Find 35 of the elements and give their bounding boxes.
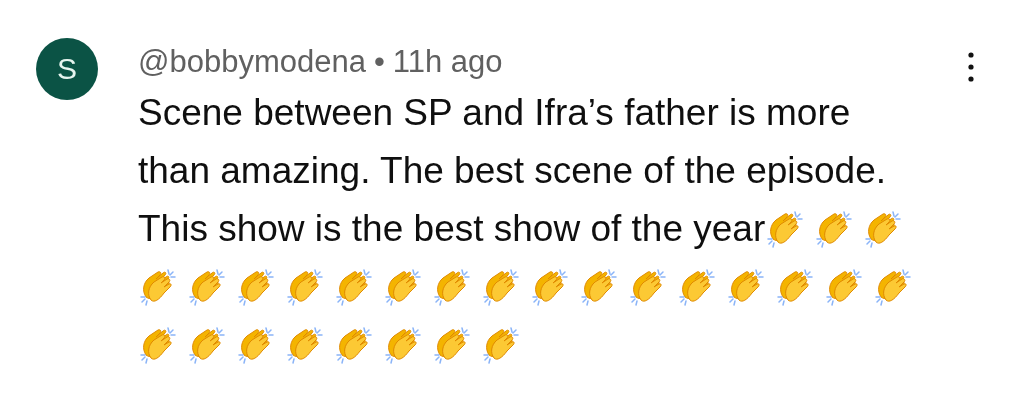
clap-icon [765,209,806,249]
clap-icon [481,267,521,307]
clap-icon [334,267,374,307]
clap-icon [187,325,227,365]
clap-icon [236,267,276,307]
clap-icon [775,267,815,307]
clap-icon [383,267,423,307]
clap-icon [677,267,717,307]
clap-icon [138,267,178,307]
clap-icon [285,267,325,307]
more-options-icon[interactable] [968,52,974,82]
clap-icon [863,209,904,249]
clap-icon [187,267,227,307]
clap-icon [530,267,570,307]
comment-text: than amazing. The best scene of the episode. [138,149,887,193]
clap-icon [873,267,913,307]
clap-icon [432,267,472,307]
clap-icon [236,325,276,365]
clap-icon [481,325,521,365]
comment-text: This show is the best show of the year [138,208,766,249]
clap-icon [383,325,423,365]
clap-icon [628,267,668,307]
clap-icon [285,325,325,365]
clap-icon [824,267,864,307]
clap-icon [138,325,178,365]
avatar[interactable]: S [36,38,98,100]
clap-icon [579,267,619,307]
separator-dot: • [373,43,385,81]
author-name[interactable]: @bobbymodena [138,40,366,84]
timestamp: 11h ago [392,43,503,81]
clap-icon [432,325,472,365]
comment-text: Scene between SP and Ifra’s father is more [138,91,851,135]
clap-icon [814,209,855,249]
clap-icon [726,267,766,307]
clap-icon [334,325,374,365]
